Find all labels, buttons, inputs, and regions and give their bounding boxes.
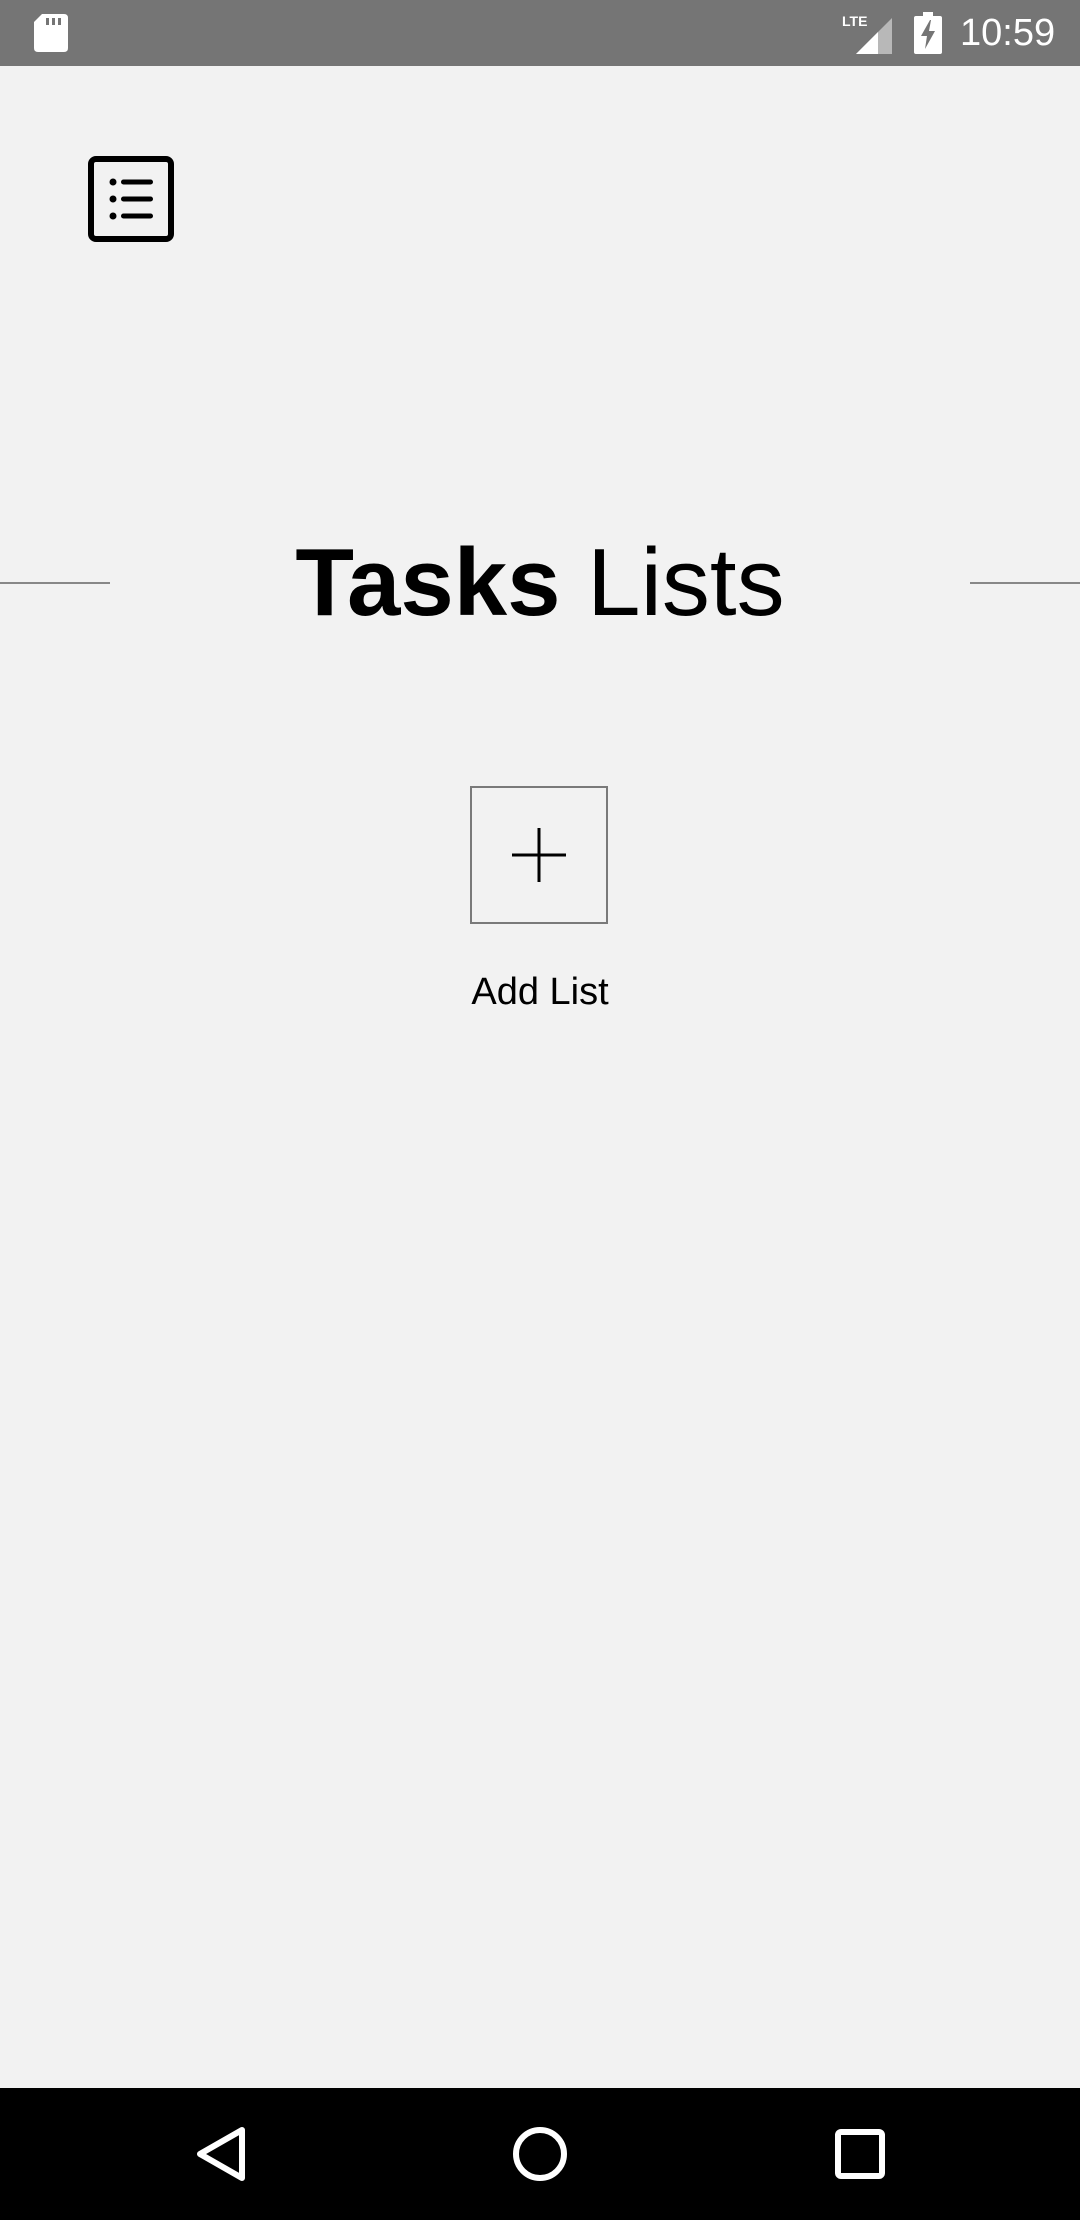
status-bar: LTE 10:59 [0, 0, 1080, 66]
title-row: Tasks Lists [0, 528, 1080, 638]
back-button[interactable] [186, 2118, 258, 2190]
plus-icon [512, 828, 566, 882]
battery-charging-icon [914, 12, 942, 54]
back-icon [197, 2127, 245, 2181]
sd-card-icon [34, 14, 68, 52]
page-title: Tasks Lists [0, 528, 1080, 638]
home-icon [513, 2127, 567, 2181]
home-button[interactable] [504, 2118, 576, 2190]
list-menu-button[interactable] [88, 156, 174, 242]
page-title-regular: Lists [587, 529, 785, 636]
network-type-label: LTE [842, 13, 867, 29]
recents-icon [835, 2129, 885, 2179]
title-divider-right [970, 582, 1080, 584]
page-title-bold: Tasks [295, 529, 561, 636]
list-icon [109, 178, 153, 220]
status-time: 10:59 [960, 12, 1056, 54]
lte-signal-icon: LTE [842, 13, 892, 54]
add-list-label[interactable]: Add List [390, 966, 690, 1018]
recents-button[interactable] [824, 2118, 896, 2190]
navigation-bar [0, 2088, 1080, 2220]
screen: LTE 10:59 Tasks Lists Add List [0, 0, 1080, 2220]
add-list-button[interactable] [470, 786, 608, 924]
